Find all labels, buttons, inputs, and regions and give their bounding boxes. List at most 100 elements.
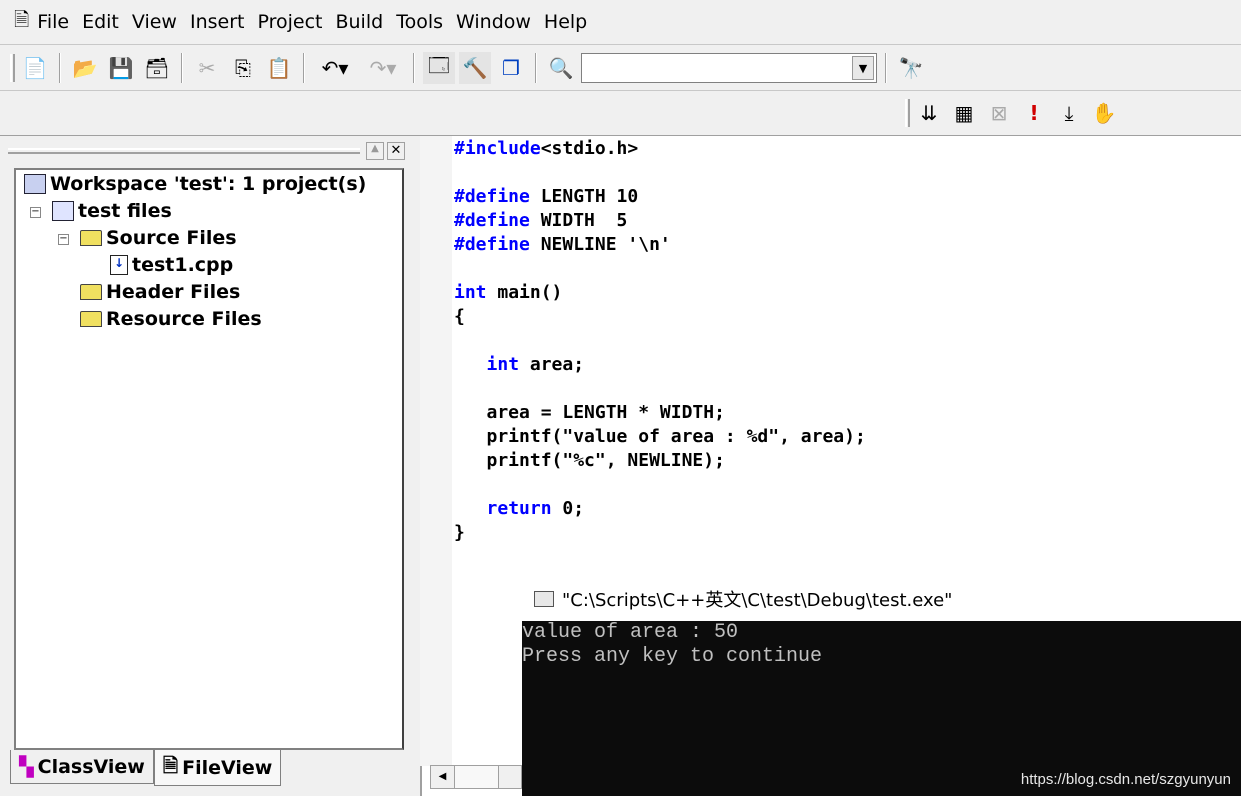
code-keyword: #define <box>454 210 530 231</box>
code-text: printf("%c", NEWLINE); <box>454 450 725 471</box>
window-list-icon[interactable]: ❐ <box>495 52 527 84</box>
maximize-icon[interactable]: ▲ <box>366 142 384 160</box>
code-text: 0; <box>551 498 585 519</box>
menu-project[interactable]: Project <box>257 11 322 33</box>
standard-toolbar: 📄 📂 💾 🗃 ✂ ⎘ 📋 ↶▾ ↷▾ 🗔 🔨 ❐ 🔍 ▼ 🔭 <box>10 47 927 89</box>
toolbar-grip[interactable] <box>905 99 910 127</box>
chevron-down-icon[interactable]: ▼ <box>852 56 874 80</box>
code-line: #define NEWLINE '\n' <box>454 233 866 257</box>
editor-gutter <box>420 136 452 766</box>
execute-icon[interactable]: ! <box>1018 97 1050 129</box>
paste-icon[interactable]: 📋 <box>263 52 295 84</box>
folder-open-icon <box>80 230 102 246</box>
collapse-icon[interactable]: − <box>58 234 69 245</box>
save-all-icon[interactable]: 🗃 <box>141 52 173 84</box>
watermark: https://blog.csdn.net/szgyunyun <box>1020 771 1231 788</box>
scroll-left-icon[interactable]: ◀ <box>431 766 455 788</box>
open-icon[interactable]: 📂 <box>69 52 101 84</box>
code-line: } <box>454 521 866 545</box>
app-icon: 🗎 <box>14 9 30 31</box>
cut-icon[interactable]: ✂ <box>191 52 223 84</box>
workspace-icon[interactable]: 🗔 <box>423 52 455 84</box>
save-icon[interactable]: 💾 <box>105 52 137 84</box>
menu-help[interactable]: Help <box>544 11 587 33</box>
separator <box>303 53 305 83</box>
build-icon[interactable]: ▦ <box>948 97 980 129</box>
cpp-file-icon: ↓ <box>110 255 128 275</box>
console-line: Press any key to continue <box>522 645 823 668</box>
menu-window[interactable]: Window <box>456 11 531 33</box>
tree-label: Workspace 'test': 1 project(s) <box>50 173 367 195</box>
collapse-icon[interactable]: − <box>30 207 41 218</box>
workspace-tabs: ▚ ClassView 🗎 FileView <box>10 750 282 786</box>
tab-fileview[interactable]: 🗎 FileView <box>153 750 282 786</box>
source-code[interactable]: #include<stdio.h> #define LENGTH 10 #defin… <box>454 137 866 545</box>
find-in-files-icon[interactable]: 🔍 <box>545 52 577 84</box>
code-text: printf("value of area : %d", area); <box>454 426 866 447</box>
console-window[interactable]: "C:\Scripts\C++英文\C\test\Debug\test.exe"… <box>522 577 1241 796</box>
output-icon[interactable]: 🔨 <box>459 52 491 84</box>
menu-insert[interactable]: Insert <box>190 11 245 33</box>
console-output: value of area : 50 Press any key to conti… <box>522 621 822 669</box>
build-toolbar: ⇊ ▦ ⊠ ! ⤓ ✋ <box>905 93 1120 133</box>
menu-build[interactable]: Build <box>335 11 383 33</box>
close-icon[interactable]: ✕ <box>387 142 405 160</box>
tree-header-files[interactable]: Header Files <box>80 281 240 303</box>
copy-icon[interactable]: ⎘ <box>227 52 259 84</box>
code-line: #include<stdio.h> <box>454 137 866 161</box>
tree-resource-files[interactable]: Resource Files <box>80 308 262 330</box>
separator <box>535 53 537 83</box>
scroll-thumb[interactable] <box>455 766 499 788</box>
tab-label: FileView <box>182 756 273 779</box>
breakpoint-icon[interactable]: ✋ <box>1088 97 1120 129</box>
tree-source-files[interactable]: Source Files <box>80 227 237 249</box>
classview-icon: ▚ <box>19 755 34 778</box>
fileview-icon: 🗎 <box>162 754 179 777</box>
find-icon[interactable]: 🔭 <box>895 52 927 84</box>
code-text: main() <box>486 282 563 303</box>
tab-classview[interactable]: ▚ ClassView <box>10 750 154 784</box>
code-line: { <box>454 305 866 329</box>
console-line: value of area : 50 <box>522 621 739 644</box>
compile-icon[interactable]: ⇊ <box>913 97 945 129</box>
redo-icon[interactable]: ↷▾ <box>361 52 405 84</box>
new-text-file-icon[interactable]: 📄 <box>19 52 51 84</box>
code-keyword: #include <box>454 138 541 159</box>
code-keyword: #define <box>454 186 530 207</box>
workspace-icon <box>24 174 46 194</box>
folder-icon <box>80 311 102 327</box>
separator <box>181 53 183 83</box>
pane-grip[interactable] <box>8 148 360 154</box>
code-keyword: return <box>486 498 552 519</box>
code-line: #define LENGTH 10 <box>454 185 866 209</box>
tree-file-test1[interactable]: ↓ test1.cpp <box>110 254 233 276</box>
toolbar-grip[interactable] <box>10 54 15 82</box>
stop-build-icon[interactable]: ⊠ <box>983 97 1015 129</box>
console-title: "C:\Scripts\C++英文\C\test\Debug\test.exe" <box>562 590 953 611</box>
menu-view[interactable]: View <box>132 11 177 33</box>
find-combo[interactable]: ▼ <box>581 53 877 83</box>
undo-icon[interactable]: ↶▾ <box>313 52 357 84</box>
horizontal-scrollbar[interactable]: ◀ <box>430 765 522 789</box>
console-icon <box>534 591 554 607</box>
console-title-bar[interactable]: "C:\Scripts\C++英文\C\test\Debug\test.exe" <box>522 577 1241 621</box>
code-text: } <box>454 522 465 543</box>
code-line: int main() <box>454 281 866 305</box>
separator <box>885 53 887 83</box>
menu-file[interactable]: File <box>37 11 69 33</box>
tree-project[interactable]: test files <box>52 200 172 222</box>
menu-tools[interactable]: Tools <box>396 11 443 33</box>
separator <box>59 53 61 83</box>
code-line: printf("value of area : %d", area); <box>454 425 866 449</box>
tree-workspace[interactable]: Workspace 'test': 1 project(s) <box>24 173 366 195</box>
menu-edit[interactable]: Edit <box>82 11 119 33</box>
folder-icon <box>80 284 102 300</box>
go-icon[interactable]: ⤓ <box>1053 97 1085 129</box>
menu-bar: 🗎 File Edit View Insert Project Build To… <box>0 0 1241 45</box>
code-line: printf("%c", NEWLINE); <box>454 449 866 473</box>
code-text: area = LENGTH * WIDTH; <box>454 402 725 423</box>
